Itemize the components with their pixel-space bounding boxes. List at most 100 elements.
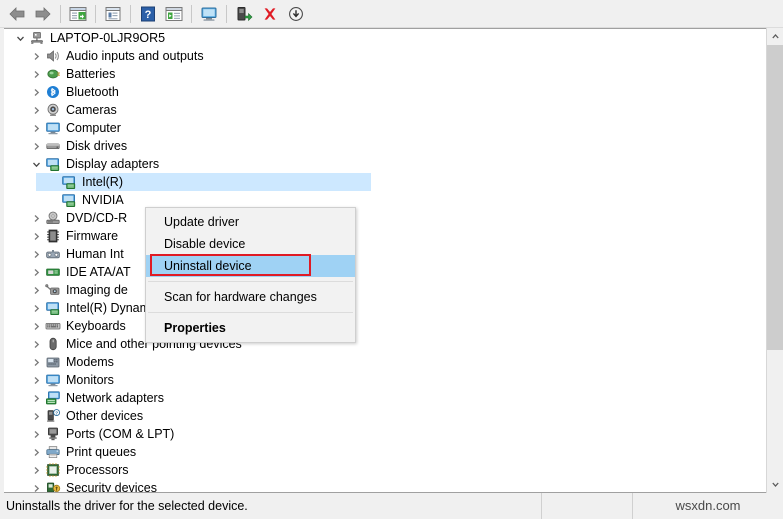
tree-item-display-adapters[interactable]: Display adapters bbox=[0, 155, 758, 173]
tree-item-processors[interactable]: Processors bbox=[0, 461, 758, 479]
tree-item-label: DVD/CD-R bbox=[66, 211, 128, 225]
chevron-right-icon[interactable] bbox=[28, 299, 44, 317]
context-menu-item-uninstall-device[interactable]: Uninstall device bbox=[146, 255, 355, 277]
device-manager-window: ? LAPTOP-0LJR9OR5 Audio inputs and outpu… bbox=[0, 0, 783, 519]
back-arrow-icon[interactable] bbox=[4, 2, 30, 26]
port-icon bbox=[44, 425, 62, 443]
toolbar-separator bbox=[191, 4, 192, 23]
chevron-right-icon[interactable] bbox=[28, 317, 44, 335]
tree-item-audio-inputs-and-outputs[interactable]: Audio inputs and outputs bbox=[0, 47, 758, 65]
chevron-right-icon[interactable] bbox=[28, 65, 44, 83]
bluetooth-icon bbox=[44, 83, 62, 101]
tree-item-label: Batteries bbox=[66, 67, 116, 81]
keyboard-icon bbox=[44, 317, 62, 335]
tree-item-label: Audio inputs and outputs bbox=[66, 49, 204, 63]
dvd-drive-icon bbox=[44, 209, 62, 227]
chevron-right-icon[interactable] bbox=[28, 83, 44, 101]
status-segment bbox=[542, 493, 633, 519]
chevron-right-icon[interactable] bbox=[28, 245, 44, 263]
tree-item-label: Ports (COM & LPT) bbox=[66, 427, 175, 441]
ide-controller-icon bbox=[44, 263, 62, 281]
tree-item-ports-com-lpt[interactable]: Ports (COM & LPT) bbox=[0, 425, 758, 443]
tree-item-other-devices[interactable]: ? Other devices bbox=[0, 407, 758, 425]
tree-item-ide-ata-atapi-controllers[interactable]: IDE ATA/AT bbox=[0, 263, 758, 281]
tree-item-label: Security devices bbox=[66, 481, 158, 492]
tree-item-computer[interactable]: Computer bbox=[0, 119, 758, 137]
scroll-up-arrow-icon[interactable] bbox=[767, 28, 783, 45]
tree-item-bluetooth[interactable]: Bluetooth bbox=[0, 83, 758, 101]
tree-item-nvidia-display-adapter[interactable]: NVIDIA bbox=[0, 191, 758, 209]
network-adapter-icon bbox=[44, 389, 62, 407]
chevron-right-icon[interactable] bbox=[28, 137, 44, 155]
chevron-right-icon[interactable] bbox=[28, 443, 44, 461]
tree-item-network-adapters[interactable]: Network adapters bbox=[0, 389, 758, 407]
toolbar-separator bbox=[95, 4, 96, 23]
vertical-scrollbar[interactable] bbox=[766, 28, 783, 493]
scan-for-hardware-changes-icon[interactable] bbox=[196, 2, 222, 26]
svg-text:?: ? bbox=[55, 410, 58, 415]
context-menu-item-scan-for-hardware-changes[interactable]: Scan for hardware changes bbox=[146, 286, 355, 308]
status-bar: Uninstalls the driver for the selected d… bbox=[0, 493, 783, 519]
chevron-right-icon[interactable] bbox=[28, 263, 44, 281]
chevron-right-icon[interactable] bbox=[28, 353, 44, 371]
tree-item-dvd-cd-rom-drives[interactable]: DVD/CD-R bbox=[0, 209, 758, 227]
forward-arrow-icon[interactable] bbox=[30, 2, 56, 26]
chevron-right-icon[interactable] bbox=[28, 281, 44, 299]
update-driver-icon[interactable] bbox=[161, 2, 187, 26]
context-menu-item-properties[interactable]: Properties bbox=[146, 317, 355, 339]
help-icon[interactable]: ? bbox=[135, 2, 161, 26]
tree-item-label: Other devices bbox=[66, 409, 144, 423]
tree-item-intel-dynamic-platform-thermal-framework[interactable]: Intel(R) Dynamic Platform and Thermal Fr… bbox=[0, 299, 758, 317]
chevron-right-icon[interactable] bbox=[28, 425, 44, 443]
toolbar: ? bbox=[0, 0, 783, 28]
tree-item-keyboards[interactable]: Keyboards bbox=[0, 317, 758, 335]
chevron-right-icon[interactable] bbox=[28, 389, 44, 407]
scrollbar-thumb[interactable] bbox=[767, 45, 783, 350]
chevron-right-icon[interactable] bbox=[28, 461, 44, 479]
tree-item-disk-drives[interactable]: Disk drives bbox=[0, 137, 758, 155]
tree-item-modems[interactable]: Modems bbox=[0, 353, 758, 371]
chevron-down-icon[interactable] bbox=[12, 29, 28, 47]
uninstall-device-icon[interactable] bbox=[257, 2, 283, 26]
tree-root-label: LAPTOP-0LJR9OR5 bbox=[50, 31, 166, 45]
chevron-right-icon[interactable] bbox=[28, 371, 44, 389]
properties-icon[interactable] bbox=[100, 2, 126, 26]
device-tree-panel[interactable]: LAPTOP-0LJR9OR5 Audio inputs and outputs bbox=[0, 28, 783, 493]
tree-item-print-queues[interactable]: Print queues bbox=[0, 443, 758, 461]
chevron-right-icon[interactable] bbox=[28, 227, 44, 245]
toolbar-separator bbox=[226, 4, 227, 23]
tree-item-label: Computer bbox=[66, 121, 121, 135]
chevron-right-icon[interactable] bbox=[28, 209, 44, 227]
tree-item-monitors[interactable]: Monitors bbox=[0, 371, 758, 389]
device-tree: LAPTOP-0LJR9OR5 Audio inputs and outputs bbox=[0, 29, 758, 492]
tree-item-imaging-devices[interactable]: Imaging de bbox=[0, 281, 758, 299]
tree-item-cameras[interactable]: Cameras bbox=[0, 101, 758, 119]
chevron-right-icon[interactable] bbox=[28, 101, 44, 119]
tree-root-node[interactable]: LAPTOP-0LJR9OR5 bbox=[0, 29, 758, 47]
chevron-down-icon[interactable] bbox=[28, 155, 44, 173]
tree-item-label: Modems bbox=[66, 355, 114, 369]
show-hide-console-tree-icon[interactable] bbox=[65, 2, 91, 26]
tree-item-batteries[interactable]: Batteries bbox=[0, 65, 758, 83]
chevron-right-icon[interactable] bbox=[28, 407, 44, 425]
tree-item-security-devices[interactable]: Security devices bbox=[0, 479, 758, 492]
chevron-right-icon[interactable] bbox=[28, 47, 44, 65]
chevron-right-icon[interactable] bbox=[28, 335, 44, 353]
tree-item-label: Network adapters bbox=[66, 391, 164, 405]
disable-device-icon[interactable] bbox=[283, 2, 309, 26]
battery-icon bbox=[44, 65, 62, 83]
scroll-down-arrow-icon[interactable] bbox=[767, 476, 783, 493]
context-menu-item-update-driver[interactable]: Update driver bbox=[146, 211, 355, 233]
tree-item-label: Cameras bbox=[66, 103, 117, 117]
tree-item-mice-and-other-pointing-devices[interactable]: Mice and other pointing devices bbox=[0, 335, 758, 353]
camera-icon bbox=[44, 101, 62, 119]
chevron-right-icon[interactable] bbox=[28, 119, 44, 137]
tree-item-firmware[interactable]: Firmware bbox=[0, 227, 758, 245]
monitor-icon bbox=[44, 119, 62, 137]
enable-device-icon[interactable] bbox=[231, 2, 257, 26]
tree-item-human-interface-devices[interactable]: Human Int bbox=[0, 245, 758, 263]
context-menu-item-disable-device[interactable]: Disable device bbox=[146, 233, 355, 255]
tree-item-intel-display-adapter[interactable]: Intel(R) bbox=[0, 173, 758, 191]
context-menu[interactable]: Update driver Disable device Uninstall d… bbox=[145, 207, 356, 343]
chevron-right-icon[interactable] bbox=[28, 479, 44, 492]
